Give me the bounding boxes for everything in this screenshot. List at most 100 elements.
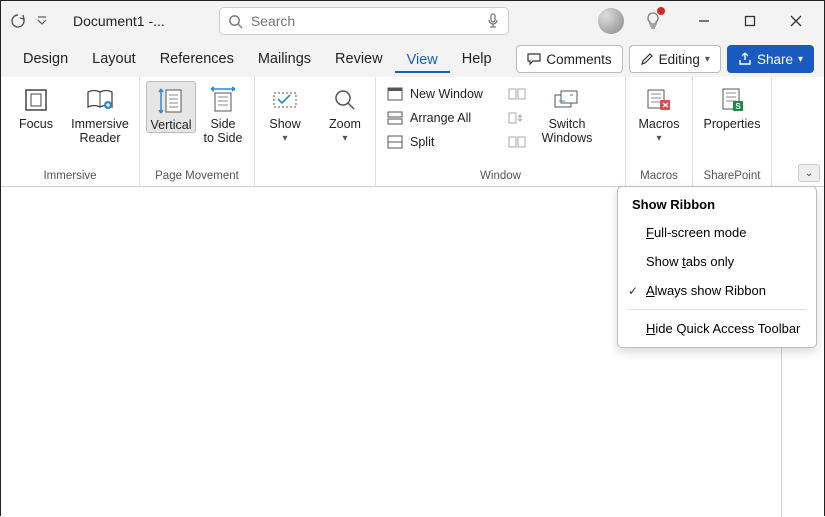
show-button[interactable]: Show ▾ — [261, 81, 309, 145]
pencil-icon — [640, 52, 654, 66]
properties-icon: S — [717, 85, 747, 115]
user-avatar[interactable] — [598, 8, 624, 34]
group-page-movement: Vertical Side to Side Page Movement — [140, 77, 255, 186]
side-to-side-button[interactable]: Side to Side — [198, 81, 248, 146]
mic-icon[interactable] — [486, 13, 500, 29]
group-sharepoint-label: SharePoint — [704, 167, 761, 186]
switch-windows-label: Switch Windows — [542, 117, 593, 146]
group-immersive-label: Immersive — [43, 167, 96, 186]
tab-layout[interactable]: Layout — [80, 45, 148, 73]
group-page-movement-label: Page Movement — [155, 167, 239, 186]
menu-show-tabs-only[interactable]: Show tabs only — [618, 247, 816, 276]
tab-review[interactable]: Review — [323, 45, 395, 73]
reset-window-icon — [508, 133, 526, 151]
menu-tabs-prefix: Show — [646, 254, 682, 269]
group-immersive: Focus Immersive Reader Immersive — [1, 77, 140, 186]
group-macros: Macros ▾ Macros — [626, 77, 693, 186]
focus-button[interactable]: Focus — [7, 81, 65, 131]
split-label: Split — [410, 135, 434, 149]
arrange-label: Arrange All — [410, 111, 471, 125]
search-box[interactable] — [219, 7, 509, 35]
sync-scroll-button[interactable] — [504, 107, 530, 129]
focus-icon — [21, 85, 51, 115]
autosave-icon[interactable] — [7, 10, 29, 32]
side-page-icon — [208, 85, 238, 115]
comments-button[interactable]: Comments — [516, 45, 622, 73]
tab-help[interactable]: Help — [450, 45, 504, 73]
chevron-down-icon: ▾ — [656, 133, 661, 145]
quick-access-toolbar — [7, 10, 53, 32]
zoom-button[interactable]: Zoom ▾ — [321, 81, 369, 145]
tab-mailings[interactable]: Mailings — [246, 45, 323, 73]
group-macros-label: Macros — [640, 167, 678, 186]
immersive-reader-button[interactable]: Immersive Reader — [67, 81, 133, 146]
tab-references[interactable]: References — [148, 45, 246, 73]
group-show-label — [283, 167, 286, 186]
menu-tabs-label: abs only — [686, 254, 734, 269]
arrange-all-button[interactable]: Arrange All — [382, 107, 502, 129]
vertical-label: Vertical — [151, 118, 192, 132]
qat-dropdown-icon[interactable] — [31, 10, 53, 32]
editing-label: Editing — [659, 52, 700, 67]
group-sharepoint: S Properties SharePoint — [693, 77, 772, 186]
menu-full-screen[interactable]: Full-screen mode — [618, 218, 816, 247]
side-by-side-icon — [508, 85, 526, 103]
ribbon: Focus Immersive Reader Immersive Vertica… — [1, 77, 824, 187]
maximize-button[interactable] — [728, 6, 772, 36]
tab-design[interactable]: Design — [11, 45, 80, 73]
split-button[interactable]: Split — [382, 131, 502, 153]
book-icon — [85, 85, 115, 115]
show-label: Show — [269, 117, 300, 131]
comment-icon — [527, 52, 541, 66]
tab-view[interactable]: View — [395, 46, 450, 73]
vertical-page-icon — [156, 86, 186, 116]
macros-icon — [644, 85, 674, 115]
reset-window-button[interactable] — [504, 131, 530, 153]
view-side-by-side-button[interactable] — [504, 83, 530, 105]
search-input[interactable] — [251, 13, 478, 29]
split-icon — [386, 133, 404, 151]
macros-button[interactable]: Macros ▾ — [632, 81, 686, 145]
search-icon — [228, 14, 243, 29]
menu-hide-qat[interactable]: Hide Quick Access Toolbar — [618, 314, 816, 343]
menu-hide-label: ide Quick Access Toolbar — [655, 321, 800, 336]
ribbon-options-button[interactable]: ⌄ — [798, 164, 820, 182]
close-button[interactable] — [774, 6, 818, 36]
menu-always-show-ribbon[interactable]: Always show Ribbon — [618, 276, 816, 305]
menu-separator — [628, 309, 806, 310]
side-label: Side to Side — [204, 117, 243, 146]
sync-scroll-icon — [508, 109, 526, 127]
macros-label: Macros — [639, 117, 680, 131]
window-controls — [682, 6, 818, 36]
focus-label: Focus — [19, 117, 53, 131]
share-button[interactable]: Share ▾ — [727, 45, 814, 73]
arrange-icon — [386, 109, 404, 127]
switch-windows-button[interactable]: Switch Windows — [532, 81, 602, 146]
show-icon — [270, 85, 300, 115]
share-icon — [738, 52, 752, 66]
chevron-down-icon: ▾ — [705, 54, 710, 65]
chevron-down-icon: ▾ — [282, 133, 287, 145]
minimize-button[interactable] — [682, 6, 726, 36]
menu-full-label: ull-screen mode — [654, 225, 747, 240]
immersive-reader-label: Immersive Reader — [71, 117, 129, 146]
vertical-button[interactable]: Vertical — [146, 81, 196, 133]
group-window-label: Window — [480, 167, 521, 186]
new-window-icon — [386, 85, 404, 103]
ribbon-display-menu: Show Ribbon Full-screen mode Show tabs o… — [617, 186, 817, 348]
menu-title: Show Ribbon — [618, 191, 816, 218]
notification-dot — [657, 7, 665, 15]
switch-windows-icon — [552, 85, 582, 115]
chevron-down-icon: ▾ — [342, 133, 347, 145]
new-window-button[interactable]: New Window — [382, 83, 502, 105]
properties-label: Properties — [704, 117, 761, 131]
group-zoom: Zoom ▾ — [315, 77, 376, 186]
properties-button[interactable]: S Properties — [699, 81, 765, 131]
chevron-down-icon: ⌄ — [805, 168, 813, 179]
document-title: Document1 -... — [73, 13, 165, 29]
editing-button[interactable]: Editing ▾ — [629, 45, 721, 73]
svg-text:S: S — [735, 102, 741, 111]
group-window: New Window Arrange All Split Switch Wind… — [376, 77, 626, 186]
title-bar: Document1 -... — [1, 1, 824, 41]
insights-button[interactable] — [638, 6, 668, 36]
